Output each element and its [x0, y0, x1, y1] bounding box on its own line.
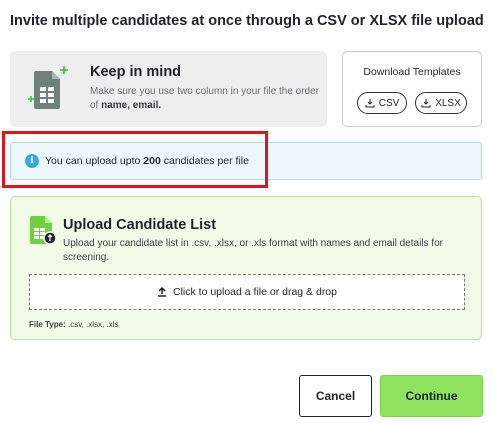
- upload-heading: Upload Candidate List: [63, 217, 217, 233]
- download-icon: [421, 99, 431, 108]
- file-type-hint: File Type: .csv, .xlsx, .xls: [29, 320, 119, 329]
- keep-in-mind-card: Keep in mind Make sure you use two colum…: [10, 51, 327, 127]
- download-templates-card: Download Templates CSV XLSX: [342, 51, 482, 127]
- download-xlsx-label: XLSX: [435, 97, 461, 109]
- download-csv-button[interactable]: CSV: [357, 92, 407, 114]
- upload-candidate-panel: Upload Candidate List Upload your candid…: [10, 196, 482, 340]
- dropzone-label: Click to upload a file or drag & drop: [172, 286, 337, 298]
- download-icon: [365, 99, 375, 108]
- file-dropzone[interactable]: Click to upload a file or drag & drop: [29, 274, 465, 310]
- upload-arrow-icon: [157, 287, 166, 297]
- upload-file-icon: [30, 216, 57, 245]
- download-templates-title: Download Templates: [363, 66, 461, 78]
- spreadsheet-file-icon: [28, 66, 68, 109]
- download-xlsx-button[interactable]: XLSX: [415, 92, 467, 114]
- cancel-button[interactable]: Cancel: [299, 375, 372, 417]
- download-csv-label: CSV: [378, 97, 400, 109]
- upload-description: Upload your candidate list in .csv, .xls…: [63, 238, 443, 263]
- keep-in-mind-text: Make sure you use two column in your fil…: [90, 86, 319, 111]
- annotation-highlight-box: [2, 131, 268, 188]
- dialog-title: Invite multiple candidates at once throu…: [10, 13, 484, 29]
- keep-in-mind-heading: Keep in mind: [90, 64, 182, 80]
- continue-button[interactable]: Continue: [380, 375, 483, 417]
